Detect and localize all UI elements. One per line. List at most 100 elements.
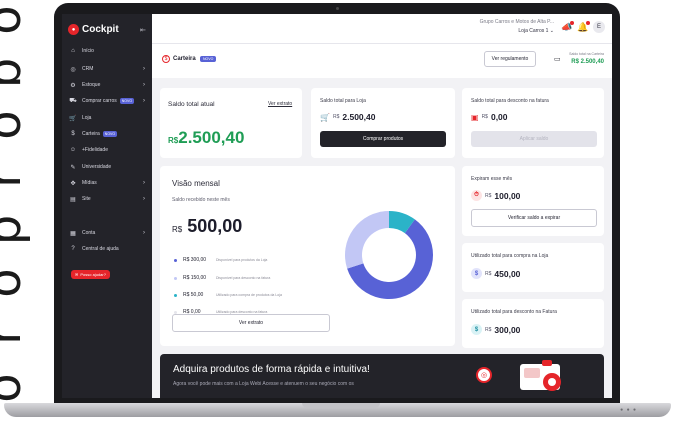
legend-item: R$ 300,00 Disponível para produtos da Loj…: [174, 256, 267, 264]
sidebar-item-label: Conta: [82, 230, 96, 236]
chevron-right-icon: ›: [143, 180, 145, 186]
help-icon: ?: [71, 246, 75, 252]
camera-icon: [336, 7, 339, 10]
check-expiring-button[interactable]: Verificar saldo a expirar: [471, 209, 597, 227]
sidebar-item-label: Mídias: [82, 180, 97, 186]
laptop-base: ● ● ●: [4, 403, 671, 417]
collapse-sidebar-icon[interactable]: ⇤: [140, 26, 146, 34]
backdrop-letter: r: [0, 148, 32, 208]
sidebar-item-universidade[interactable]: ✎ Universidade: [69, 160, 149, 174]
brand-name: Cockpit: [82, 24, 119, 35]
help-chat-button[interactable]: ✉ Posso ajudar?: [71, 270, 110, 279]
legend-dot: [174, 258, 177, 262]
legend-desc: Disponível para desconto na fatura: [216, 276, 271, 280]
expire-value: ⏱ R$ 100,00: [471, 190, 520, 201]
account-icon: ▦: [70, 230, 76, 237]
car-icon: ⚙: [70, 82, 76, 89]
buy-products-button[interactable]: Comprar produtos: [320, 131, 446, 147]
sidebar-item-label: Comprar carros: [82, 98, 117, 104]
store-selector[interactable]: Loja Carros 1 ⌄: [464, 28, 554, 34]
view-statement-link[interactable]: Ver extrato: [268, 101, 292, 107]
sidebar-item-comprar-carros[interactable]: ⛟ Comprar carros NOVO ›: [69, 94, 149, 108]
backdrop-letter: b: [0, 43, 32, 103]
chevron-right-icon: ›: [143, 66, 145, 72]
brand[interactable]: ● Cockpit: [68, 24, 119, 35]
wallet-balance-value: R$ 2.500,40: [571, 59, 604, 65]
legend-value: R$ 50,00: [183, 292, 204, 298]
sidebar-item-label: CRM: [82, 66, 94, 72]
media-icon: ✥: [70, 180, 76, 187]
loyalty-icon: ☺: [69, 147, 77, 153]
sidebar-item-site[interactable]: ▤ Site ›: [69, 192, 149, 206]
sidebar-item-label: Loja: [82, 115, 92, 121]
help-chat-label: Posso ajudar?: [80, 272, 106, 277]
invoice-balance-value: ▣ R$ 0,00: [471, 112, 508, 122]
laptop-notch: [302, 403, 380, 408]
monthly-donut-chart: [345, 211, 433, 299]
monthly-statement-button[interactable]: Ver extrato: [172, 314, 330, 332]
legend-value: R$ 300,00: [183, 257, 207, 263]
sidebar-item-label: Universidade: [82, 164, 112, 170]
sidebar: ● Cockpit ⇤ ⌂ Início ◎ CRM › ⚙ Estoque › ⛟ Compra…: [62, 14, 152, 398]
store-balance-value: 🛒 R$ 2.500,40: [320, 112, 376, 122]
legend-desc: Utilizado para compra de produtos da Loj…: [216, 293, 282, 297]
new-badge: NOVO: [119, 98, 135, 104]
coin-icon: $: [471, 324, 482, 335]
store-balance-title: Saldo total para Loja: [320, 98, 366, 104]
cart-icon: 🛒: [320, 112, 330, 122]
total-balance-value: R$2.500,40: [168, 128, 245, 147]
backdrop-letter: o: [0, 95, 32, 155]
cart-icon: 🛒: [69, 115, 77, 122]
apply-balance-button[interactable]: Aplicar saldo: [471, 131, 597, 147]
notification-dot: [570, 21, 574, 25]
clock-icon: ⏱: [471, 190, 482, 201]
wallet-card-icon: ▭: [554, 56, 561, 63]
chevron-right-icon: ›: [143, 230, 145, 236]
banner-text: Agora você pode mais com a Loja Webi Ace…: [173, 381, 354, 387]
sidebar-item-estoque[interactable]: ⚙ Estoque ›: [69, 78, 149, 92]
sidebar-item-loja[interactable]: 🛒 Loja: [69, 111, 149, 125]
donut-slice: [345, 211, 389, 269]
sidebar-item-in-cio[interactable]: ⌂ Início: [69, 44, 149, 58]
sidebar-item-fidelidade[interactable]: ☺ +Fidelidade: [69, 143, 149, 157]
sidebar-item-m-dias[interactable]: ✥ Mídias ›: [69, 176, 149, 190]
sidebar-item-central-de-ajuda[interactable]: ? Central de ajuda: [69, 242, 149, 256]
target-icon: ◎: [70, 66, 76, 73]
total-balance-card: Saldo total atual Ver extrato R$2.500,40: [160, 88, 302, 158]
new-badge: NOVO: [102, 131, 118, 137]
wallet-icon: $: [162, 55, 170, 63]
coin-icon: $: [471, 268, 482, 279]
legend-desc: Disponível para produtos da Loja: [216, 258, 268, 262]
used-invoice-title: Utilizado total para desconto na Fatura: [471, 309, 557, 315]
regulation-button[interactable]: Ver regulamento: [484, 51, 536, 67]
backdrop-letters: oborporo: [0, 0, 34, 414]
chevron-right-icon: ›: [143, 98, 145, 104]
sidebar-item-label: Carteira: [82, 131, 100, 137]
document-icon: ▣: [471, 112, 479, 122]
legend-item: R$ 150,00 Disponível para desconto na fat…: [174, 274, 270, 282]
legend-dot: [174, 276, 177, 280]
wallet-balance-label: Saldo total na Carteira: [569, 52, 604, 56]
monthly-title: Visão mensal: [172, 179, 220, 188]
used-store-title: Utilizado total para compra na Loja: [471, 253, 549, 259]
user-avatar[interactable]: E: [593, 21, 605, 33]
chevron-right-icon: ›: [143, 196, 145, 202]
chevron-right-icon: ›: [143, 82, 145, 88]
brand-logo-icon: ●: [68, 24, 79, 35]
backdrop-letter: p: [0, 200, 32, 260]
sidebar-item-carteira[interactable]: $ Carteira NOVO: [69, 127, 149, 141]
sidebar-item-crm[interactable]: ◎ CRM ›: [69, 62, 149, 76]
chat-icon: ✉: [75, 272, 79, 277]
company-name: Grupo Carros e Motos de Alta P...: [479, 19, 554, 25]
used-invoice-card: Utilizado total para desconto na Fatura …: [462, 299, 604, 348]
store-badge-icon: ◎: [476, 367, 492, 383]
wallet-icon: $: [71, 131, 75, 137]
sidebar-item-label: Site: [82, 196, 91, 202]
monthly-overview-card: Visão mensal Saldo recebido neste mês R$…: [160, 166, 455, 346]
top-bar: Grupo Carros e Motos de Alta P... Loja C…: [152, 14, 612, 44]
sidebar-item-conta[interactable]: ▦ Conta ›: [69, 226, 149, 240]
car-illustration-icon: [520, 360, 561, 391]
promo-banner[interactable]: Adquira produtos de forma rápida e intui…: [160, 354, 604, 398]
monthly-subtitle: Saldo recebido neste mês: [172, 197, 230, 203]
sidebar-item-label: Início: [82, 48, 94, 54]
